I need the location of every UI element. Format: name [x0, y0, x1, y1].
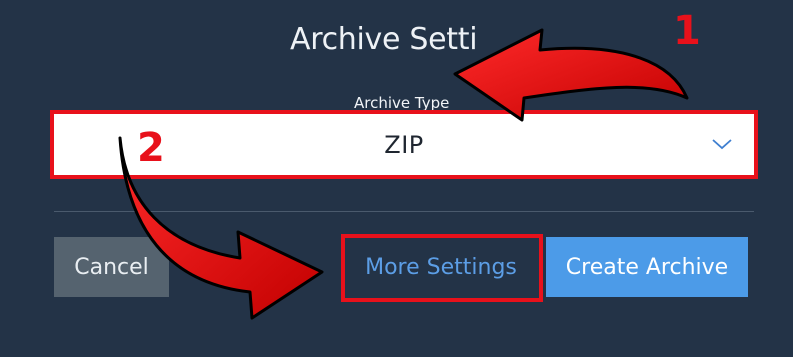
step-number-2: 2	[137, 125, 165, 171]
step-number-1: 1	[673, 8, 701, 54]
archive-type-label: Archive Type	[354, 94, 450, 112]
dialog-title: Archive Setti	[290, 22, 478, 57]
chevron-down-icon[interactable]	[710, 134, 734, 154]
curved-arrow-annotation-1	[453, 28, 689, 122]
create-archive-button[interactable]: Create Archive	[546, 237, 748, 297]
more-settings-button[interactable]: More Settings	[345, 237, 537, 297]
divider	[54, 211, 754, 212]
cancel-button[interactable]: Cancel	[54, 237, 169, 297]
